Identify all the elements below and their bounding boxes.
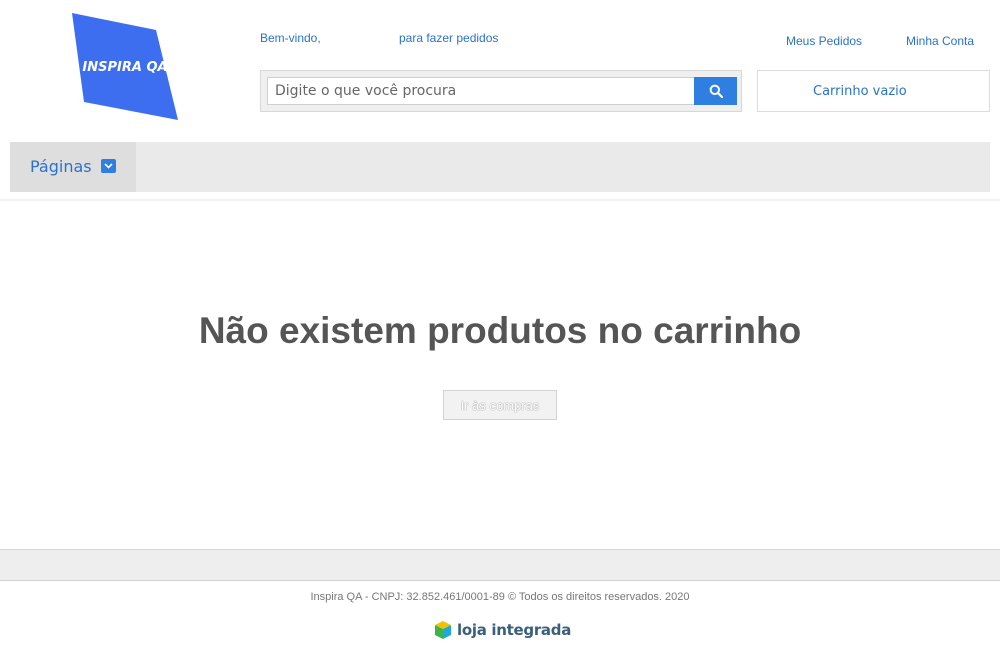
welcome-suffix-link[interactable]: para fazer pedidos [399,31,498,45]
footer-copyright: Inspira QA - CNPJ: 32.852.461/0001-89 © … [310,591,690,603]
empty-cart-title: Não existem produtos no carrinho [198,310,802,351]
store-logo-image: INSPIRA QA [72,13,178,120]
welcome-prefix: Bem-vindo, [260,31,321,45]
my-account-link[interactable]: Minha Conta [906,34,974,48]
go-shopping-button[interactable]: Ir às compras [443,390,557,420]
category-nav: Páginas [10,142,990,192]
search-bar [260,70,742,112]
cart-summary[interactable]: Carrinho vazio [757,70,990,112]
nav-pages-menu[interactable]: Páginas [10,142,136,192]
cube-icon [435,621,451,639]
store-logo[interactable]: INSPIRA QA [70,12,180,122]
svg-text:INSPIRA QA: INSPIRA QA [82,60,167,75]
search-input[interactable] [267,77,695,105]
chevron-down-icon [101,159,116,173]
platform-logo[interactable]: loja integrada [434,619,571,641]
footer-band [0,549,1000,581]
cart-label: Carrinho vazio [813,84,907,99]
search-button[interactable] [694,77,737,105]
nav-pages-label: Páginas [30,157,92,176]
my-orders-link[interactable]: Meus Pedidos [786,34,862,48]
platform-logo-text: loja integrada [457,621,572,639]
search-icon [709,84,723,98]
header-divider [0,199,1000,201]
page: INSPIRA QA Bem-vindo, para fazer pedidos… [0,0,1000,660]
